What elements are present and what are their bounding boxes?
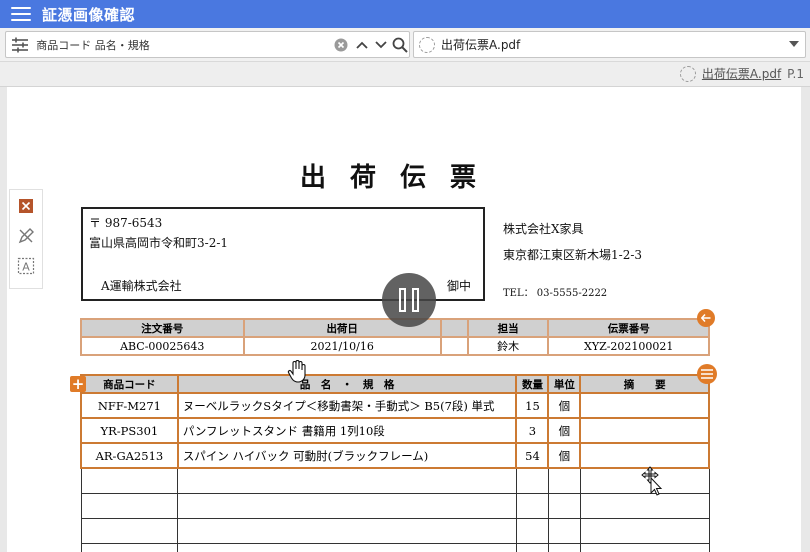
info-value-row: ABC-00025643 2021/10/16 鈴木 XYZ-202100021 bbox=[80, 336, 710, 356]
item-code[interactable]: YR-PS301 bbox=[80, 417, 179, 444]
search-icon[interactable] bbox=[392, 36, 409, 54]
table-row[interactable]: NFF-M271 ヌーベルラックSタイプ＜移動書架・手動式＞ B5(7段) 単式… bbox=[80, 392, 710, 419]
header-quantity: 数量 bbox=[515, 374, 550, 394]
header-product-name: 品 名 ・ 規 格 bbox=[176, 374, 518, 394]
info-header-slip-no: 伝票番号 bbox=[547, 318, 710, 338]
page-number: P.1 bbox=[787, 66, 804, 81]
dropdown-arrow-icon[interactable] bbox=[789, 41, 799, 47]
item-qty[interactable]: 54 bbox=[515, 442, 550, 469]
item-note[interactable] bbox=[579, 417, 710, 444]
plus-icon[interactable]: + bbox=[70, 376, 86, 392]
hand-cursor-icon bbox=[287, 360, 306, 383]
app-window: 証憑画像確認 出荷伝票A.pdf bbox=[0, 0, 810, 552]
filter-icon[interactable] bbox=[9, 34, 30, 56]
item-code[interactable]: AR-GA2513 bbox=[80, 442, 179, 469]
item-unit[interactable]: 個 bbox=[547, 392, 582, 419]
toolbar: 出荷伝票A.pdf bbox=[0, 28, 810, 62]
loading-icon bbox=[419, 36, 435, 53]
back-icon[interactable] bbox=[697, 309, 715, 327]
sender-company: 株式会社X家具 bbox=[503, 222, 584, 236]
item-unit[interactable]: 個 bbox=[547, 442, 582, 469]
item-name[interactable]: スパイン ハイバック 可動肘(ブラックフレーム) bbox=[176, 442, 518, 469]
items-table: 商品コード 品 名 ・ 規 格 数量 単位 摘 要 NFF-M271 ヌーベルラ… bbox=[80, 374, 710, 552]
header-unit: 単位 bbox=[547, 374, 582, 394]
loading-icon bbox=[679, 65, 696, 82]
empty-row bbox=[80, 517, 710, 544]
address-line: 富山県高岡市令和町3-2-1 bbox=[89, 236, 229, 250]
items-header-row: 商品コード 品 名 ・ 規 格 数量 単位 摘 要 bbox=[80, 374, 710, 394]
text-select-icon[interactable]: A bbox=[16, 256, 36, 276]
app-title: 証憑画像確認 bbox=[42, 5, 136, 24]
item-unit[interactable]: 個 bbox=[547, 417, 582, 444]
file-select[interactable]: 出荷伝票A.pdf bbox=[413, 31, 806, 58]
empty-row bbox=[80, 492, 710, 519]
list-icon[interactable] bbox=[697, 364, 717, 384]
slip-number[interactable]: XYZ-202100021 bbox=[547, 336, 710, 356]
info-header-order-no: 注文番号 bbox=[80, 318, 245, 338]
carrier-name: A運輸株式会社 bbox=[101, 279, 182, 293]
item-note[interactable] bbox=[579, 442, 710, 469]
sender-address: 東京都江東区新木場1-2-3 bbox=[503, 248, 643, 262]
chevron-down-icon[interactable] bbox=[372, 36, 389, 54]
item-code[interactable]: NFF-M271 bbox=[80, 392, 179, 419]
header-remarks: 摘 要 bbox=[579, 374, 710, 394]
sender-tel: TEL： 03-5555-2222 bbox=[503, 288, 608, 299]
order-number[interactable]: ABC-00025643 bbox=[80, 336, 245, 356]
file-select-value: 出荷伝票A.pdf bbox=[441, 38, 521, 52]
side-toolbar: A bbox=[9, 189, 43, 289]
svg-text:A: A bbox=[22, 261, 30, 274]
table-row[interactable]: YR-PS301 パンフレットスタンド 書籍用 1列10段 3 個 bbox=[80, 417, 710, 444]
header-product-code: 商品コード bbox=[80, 374, 179, 394]
item-name[interactable]: パンフレットスタンド 書籍用 1列10段 bbox=[176, 417, 518, 444]
info-header-spacer bbox=[439, 318, 469, 338]
info-spacer bbox=[439, 336, 469, 356]
move-cursor-icon bbox=[641, 466, 663, 496]
edit-icon[interactable] bbox=[16, 226, 36, 246]
item-name[interactable]: ヌーベルラックSタイプ＜移動書架・手動式＞ B5(7段) 単式 bbox=[176, 392, 518, 419]
chevron-up-icon[interactable] bbox=[353, 36, 370, 54]
ship-date[interactable]: 2021/10/16 bbox=[242, 336, 442, 356]
pause-icon[interactable] bbox=[382, 273, 436, 327]
item-qty[interactable]: 3 bbox=[515, 417, 550, 444]
staff-name[interactable]: 鈴木 bbox=[466, 336, 550, 356]
postal-code: 〒 987-6543 bbox=[89, 216, 163, 230]
close-icon[interactable] bbox=[16, 196, 36, 216]
search-input[interactable] bbox=[36, 38, 312, 51]
item-note[interactable] bbox=[579, 392, 710, 419]
title-bar: 証憑画像確認 bbox=[0, 0, 810, 28]
document-title: 出荷伝票 bbox=[300, 163, 501, 193]
empty-row bbox=[80, 542, 710, 552]
clear-icon[interactable] bbox=[333, 37, 348, 53]
info-table: 注文番号 出荷日 担当 伝票番号 ABC-00025643 2021/10/16… bbox=[80, 318, 710, 356]
empty-row bbox=[80, 467, 710, 494]
info-header-staff: 担当 bbox=[466, 318, 550, 338]
recipient-suffix: 御中 bbox=[446, 279, 471, 293]
table-row[interactable]: AR-GA2513 スパイン ハイバック 可動肘(ブラックフレーム) 54 個 bbox=[80, 442, 710, 469]
menu-icon[interactable] bbox=[11, 7, 31, 21]
file-link[interactable]: 出荷伝票A.pdf bbox=[702, 65, 781, 82]
sub-header: 出荷伝票A.pdf P.1 bbox=[0, 62, 810, 87]
item-qty[interactable]: 15 bbox=[515, 392, 550, 419]
search-box bbox=[5, 31, 410, 58]
